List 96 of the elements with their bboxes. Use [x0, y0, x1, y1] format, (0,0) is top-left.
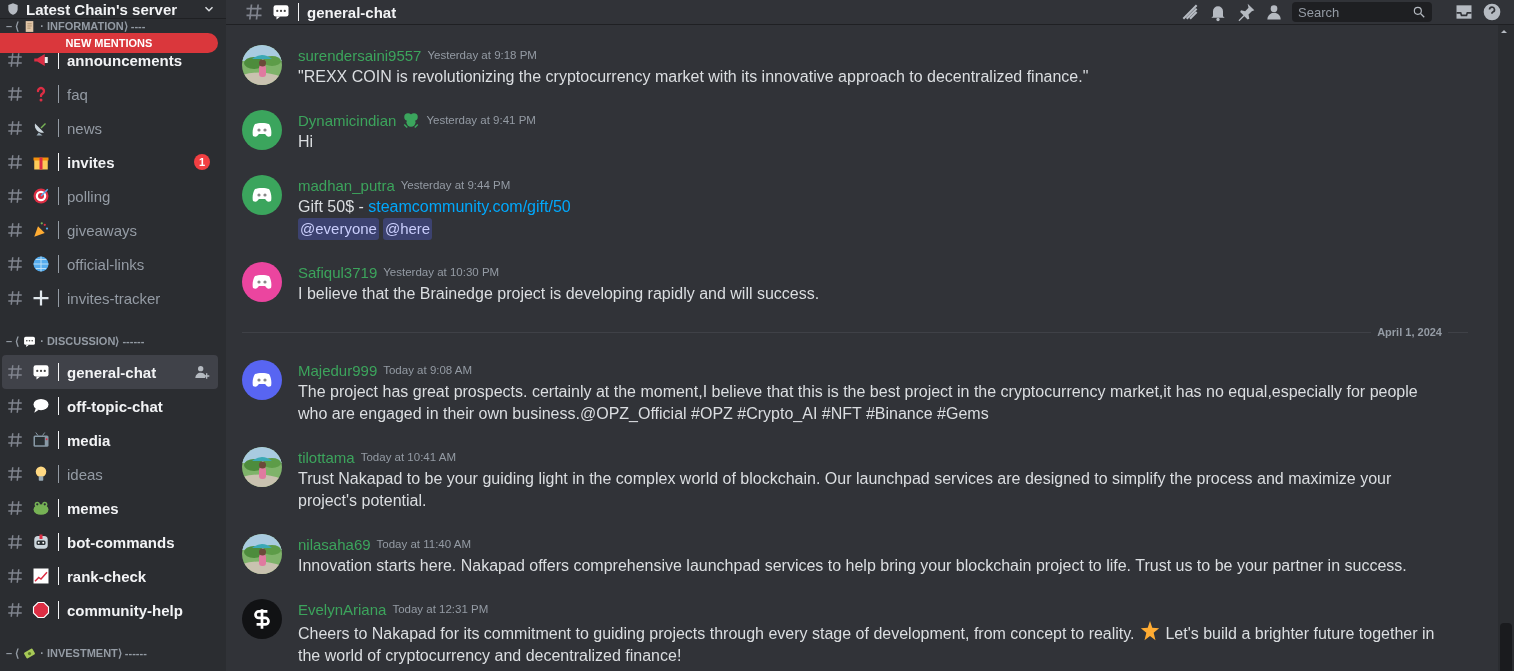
channel-item[interactable]: rank-check [2, 559, 218, 593]
message-text: I believe that the Brainedge project is developing rapidly and will success. [298, 284, 820, 304]
hash-icon [6, 431, 24, 449]
username[interactable]: EvelynAriana [298, 600, 387, 618]
target-icon [32, 187, 50, 205]
channel-item[interactable]: invites 1 [2, 145, 218, 179]
timestamp: Yesterday at 9:44 PM [400, 179, 511, 191]
channel-item[interactable]: ideas [2, 457, 218, 491]
channel-item[interactable]: general-chat [2, 355, 218, 389]
message-text: Cheers to Nakapad for its commitment to guiding projects through every stage of development, from concept to reality. Let's build a brighter future together in the world of cryptocurrency and decentralized finance! [298, 620, 1448, 667]
members-icon [1264, 2, 1284, 22]
date-divider: April 1, 2024 [1377, 326, 1442, 338]
channel-item[interactable]: off-topic-chat [2, 389, 218, 423]
robot-icon [32, 533, 50, 551]
hash-icon [6, 51, 24, 69]
channel-item[interactable]: bot-commands [2, 525, 218, 559]
stop-sign-icon [32, 601, 50, 619]
server-name[interactable]: Latest Chain's server [26, 0, 196, 18]
channel-item[interactable]: news [2, 111, 218, 145]
avatar[interactable] [242, 599, 282, 639]
pin-icon [1236, 2, 1256, 22]
avatar[interactable] [242, 175, 282, 215]
message-text: Gift 50$ - steamcommunity.com/gift/50 [298, 197, 571, 217]
glowing-star-icon [1139, 620, 1161, 642]
channel-item[interactable]: polling [2, 179, 218, 213]
username[interactable]: Dynamicindian [298, 111, 397, 129]
link[interactable]: steamcommunity.com/gift/50 [368, 198, 571, 215]
hash-icon [6, 221, 24, 239]
channel-item[interactable]: media [2, 423, 218, 457]
avatar[interactable] [242, 262, 282, 302]
channel-item[interactable]: faq [2, 77, 218, 111]
search-field[interactable]: Search [1292, 2, 1432, 22]
channel-item[interactable]: official-links [2, 247, 218, 281]
add-member-icon [194, 364, 210, 380]
thought-bubble-icon [32, 397, 50, 415]
television-icon [32, 431, 50, 449]
category-lead: – ⟨ [6, 334, 20, 348]
globe-icon [32, 255, 50, 273]
hash-icon [6, 363, 24, 381]
party-popper-icon [32, 221, 50, 239]
timestamp: Today at 11:40 AM [376, 538, 471, 550]
username[interactable]: nilasaha69 [298, 535, 371, 553]
channel-item[interactable]: giveaways [2, 213, 218, 247]
hash-icon [6, 601, 24, 619]
message-text: Hi [298, 132, 315, 152]
hash-icon [6, 119, 24, 137]
category-lead: – ⟨ [6, 646, 20, 660]
username[interactable]: madhan_putra [298, 176, 395, 194]
mention-tag[interactable]: @here [382, 218, 433, 240]
hash-icon [6, 255, 24, 273]
category-name[interactable]: · INVESTMENT⟩ ------ [40, 646, 147, 660]
frog-icon [32, 499, 50, 517]
username[interactable]: tilottama [298, 448, 355, 466]
timestamp: Today at 9:08 AM [383, 364, 473, 376]
username[interactable]: Safiqul3719 [298, 263, 378, 281]
hash-icon [6, 153, 24, 171]
username[interactable]: surendersaini9557 [298, 46, 422, 64]
hash-icon [6, 397, 24, 415]
speech-bubble-icon [272, 3, 290, 21]
message-text: "REXX COIN is revolutionizing the cryptocurrency market with its innovative approach to decentralized finance." [298, 67, 1089, 87]
timestamp: Yesterday at 9:41 PM [426, 114, 536, 126]
cross-icon [32, 289, 50, 307]
timestamp: Today at 12:31 PM [392, 603, 489, 615]
new-mentions-toast[interactable]: NEW MENTIONS [0, 33, 218, 53]
speech-bubble-icon [32, 363, 50, 381]
mention-count: 1 [194, 154, 210, 170]
message-text: The project has great prospects. certainly at the moment,I believe that this is the best project in the cryptocurrency market,it has no equal,especially for people who are engaged in their own business.@OPZ_Official #OPZ #Crypto_AI #NFT #Binance #Gems [298, 382, 1419, 424]
channel-item[interactable]: invites-tracker [2, 281, 218, 315]
scrollbar[interactable] [1498, 25, 1514, 671]
hash-icon [244, 2, 264, 22]
message-text: Innovation starts here. Nakapad offers comprehensive launchpad services to help bring your blockchain project to life. Trust us to be your partner in success. [298, 556, 1407, 576]
channel-title: general-chat [307, 3, 398, 21]
speech-bubble-icon [23, 334, 37, 348]
megaphone-icon [32, 51, 50, 69]
avatar[interactable] [242, 360, 282, 400]
timestamp: Yesterday at 10:30 PM [383, 266, 500, 278]
timestamp: Today at 10:41 AM [360, 451, 456, 463]
category-name[interactable]: · DISCUSSION⟩ ------ [40, 334, 145, 348]
hash-icon [6, 289, 24, 307]
category-lead: – ⟨ [6, 19, 20, 33]
mention-tag[interactable]: @everyone [298, 218, 379, 240]
category-name[interactable]: · INFORMATION⟩ ---- [40, 19, 146, 33]
shield-icon [6, 2, 20, 16]
hash-icon [6, 567, 24, 585]
hash-icon [6, 85, 24, 103]
hash-icon [6, 533, 24, 551]
avatar[interactable] [242, 110, 282, 150]
channel-item[interactable]: memes [2, 491, 218, 525]
hash-icon [6, 499, 24, 517]
hash-icon [6, 465, 24, 483]
timestamp: Yesterday at 9:18 PM [427, 49, 537, 61]
channel-item[interactable]: community-help [2, 593, 218, 627]
hash-icon [6, 187, 24, 205]
chart-increasing-icon [32, 567, 50, 585]
message-text: Trust Nakapad to be your guiding light in the complex world of blockchain. Our launchpad services are designed to simplify the process and maximize your project's potential. [298, 469, 1393, 511]
username[interactable]: Majedur999 [298, 361, 378, 379]
